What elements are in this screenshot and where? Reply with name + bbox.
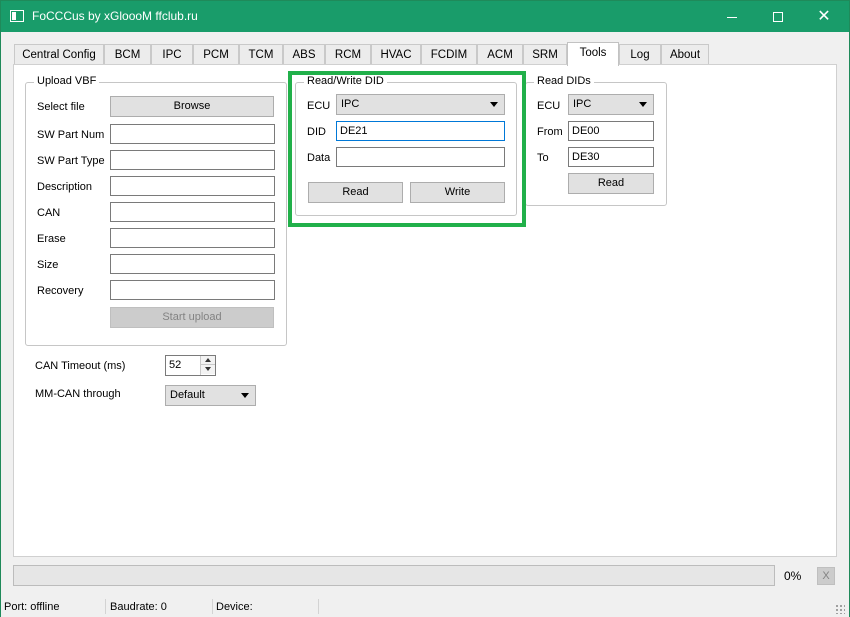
mm-can-label: MM-CAN through: [35, 388, 121, 400]
rd-ecu-label: ECU: [537, 100, 561, 112]
status-divider: [318, 599, 319, 614]
sw-part-type-field[interactable]: [110, 150, 275, 170]
erase-field[interactable]: [110, 228, 275, 248]
tab-abs[interactable]: ABS: [283, 44, 325, 65]
rd-ecu-value: IPC: [573, 98, 592, 110]
spin-down-icon[interactable]: [201, 365, 215, 374]
recovery-field[interactable]: [110, 280, 275, 300]
tab-central-config[interactable]: Central Config: [14, 44, 104, 65]
status-divider: [105, 599, 106, 614]
progress-bar: [13, 565, 775, 586]
can-timeout-label: CAN Timeout (ms): [35, 360, 126, 372]
can-field[interactable]: [110, 202, 275, 222]
size-field[interactable]: [110, 254, 275, 274]
upload-vbf-title: Upload VBF: [34, 75, 100, 87]
description-label: Description: [37, 181, 93, 193]
tab-hvac[interactable]: HVAC: [371, 44, 421, 65]
sw-part-type-label: SW Part Type: [37, 155, 105, 167]
sw-part-num-label: SW Part Num: [37, 129, 105, 141]
chevron-down-icon: [639, 102, 647, 107]
status-bar: Port: offline Baudrate: 0 Device:: [1, 597, 849, 617]
tab-fcdim[interactable]: FCDIM: [421, 44, 477, 65]
spin-buttons: [200, 356, 215, 375]
baudrate-status: Baudrate: 0: [110, 601, 167, 613]
tab-tools[interactable]: Tools: [567, 42, 619, 66]
progress-percent: 0%: [784, 569, 802, 583]
tab-srm[interactable]: SRM: [523, 44, 567, 65]
close-button[interactable]: ✕: [801, 1, 847, 32]
description-field[interactable]: [110, 176, 275, 196]
maximize-button[interactable]: [755, 1, 801, 32]
status-divider: [212, 599, 213, 614]
tab-acm[interactable]: ACM: [477, 44, 523, 65]
tab-rcm[interactable]: RCM: [325, 44, 371, 65]
to-field[interactable]: DE30: [568, 147, 654, 167]
to-label: To: [537, 152, 549, 164]
tab-tcm[interactable]: TCM: [239, 44, 283, 65]
rd-read-button[interactable]: Read: [568, 173, 654, 194]
spin-up-icon[interactable]: [201, 356, 215, 365]
read-dids-title: Read DIDs: [534, 75, 594, 87]
tab-about[interactable]: About: [661, 44, 709, 65]
size-label: Size: [37, 259, 59, 271]
highlight-frame: [288, 71, 526, 227]
window-title: FoCCCus by xGloooM ffclub.ru: [32, 9, 198, 23]
close-icon: ✕: [817, 8, 831, 25]
resize-grip-icon[interactable]: [835, 604, 845, 614]
chevron-down-icon: [241, 393, 249, 398]
tab-pcm[interactable]: PCM: [193, 44, 239, 65]
can-label: CAN: [37, 207, 61, 219]
port-status: Port: offline: [4, 601, 60, 613]
mm-can-select[interactable]: Default: [165, 385, 256, 406]
can-timeout-value: 52: [169, 359, 182, 371]
read-dids-group: Read DIDs ECU IPC From DE00 To DE30 Read: [525, 75, 667, 206]
cancel-progress-button[interactable]: X: [817, 567, 835, 585]
browse-button[interactable]: Browse: [110, 96, 274, 117]
tab-ipc[interactable]: IPC: [151, 44, 193, 65]
select-file-label: Select file: [37, 101, 85, 113]
upload-vbf-group: Upload VBF Select file Browse SW Part Nu…: [25, 75, 287, 346]
sw-part-num-field[interactable]: [110, 124, 275, 144]
from-field[interactable]: DE00: [568, 121, 654, 141]
erase-label: Erase: [37, 233, 66, 245]
device-status: Device:: [216, 601, 253, 613]
tab-log[interactable]: Log: [619, 44, 661, 65]
recovery-label: Recovery: [37, 285, 84, 297]
app-window: FoCCCus by xGloooM ffclub.ru ✕ Central C…: [0, 0, 850, 617]
maximize-icon: [773, 12, 783, 23]
can-timeout-spinbox[interactable]: 52: [165, 355, 216, 376]
tab-bcm[interactable]: BCM: [104, 44, 151, 65]
minimize-icon: [727, 16, 737, 18]
from-label: From: [537, 126, 563, 138]
app-icon: [10, 10, 24, 22]
start-upload-button[interactable]: Start upload: [110, 307, 274, 328]
mm-can-value: Default: [170, 389, 205, 401]
rd-ecu-select[interactable]: IPC: [568, 94, 654, 115]
title-bar[interactable]: FoCCCus by xGloooM ffclub.ru ✕: [1, 1, 849, 32]
minimize-button[interactable]: [709, 1, 755, 32]
